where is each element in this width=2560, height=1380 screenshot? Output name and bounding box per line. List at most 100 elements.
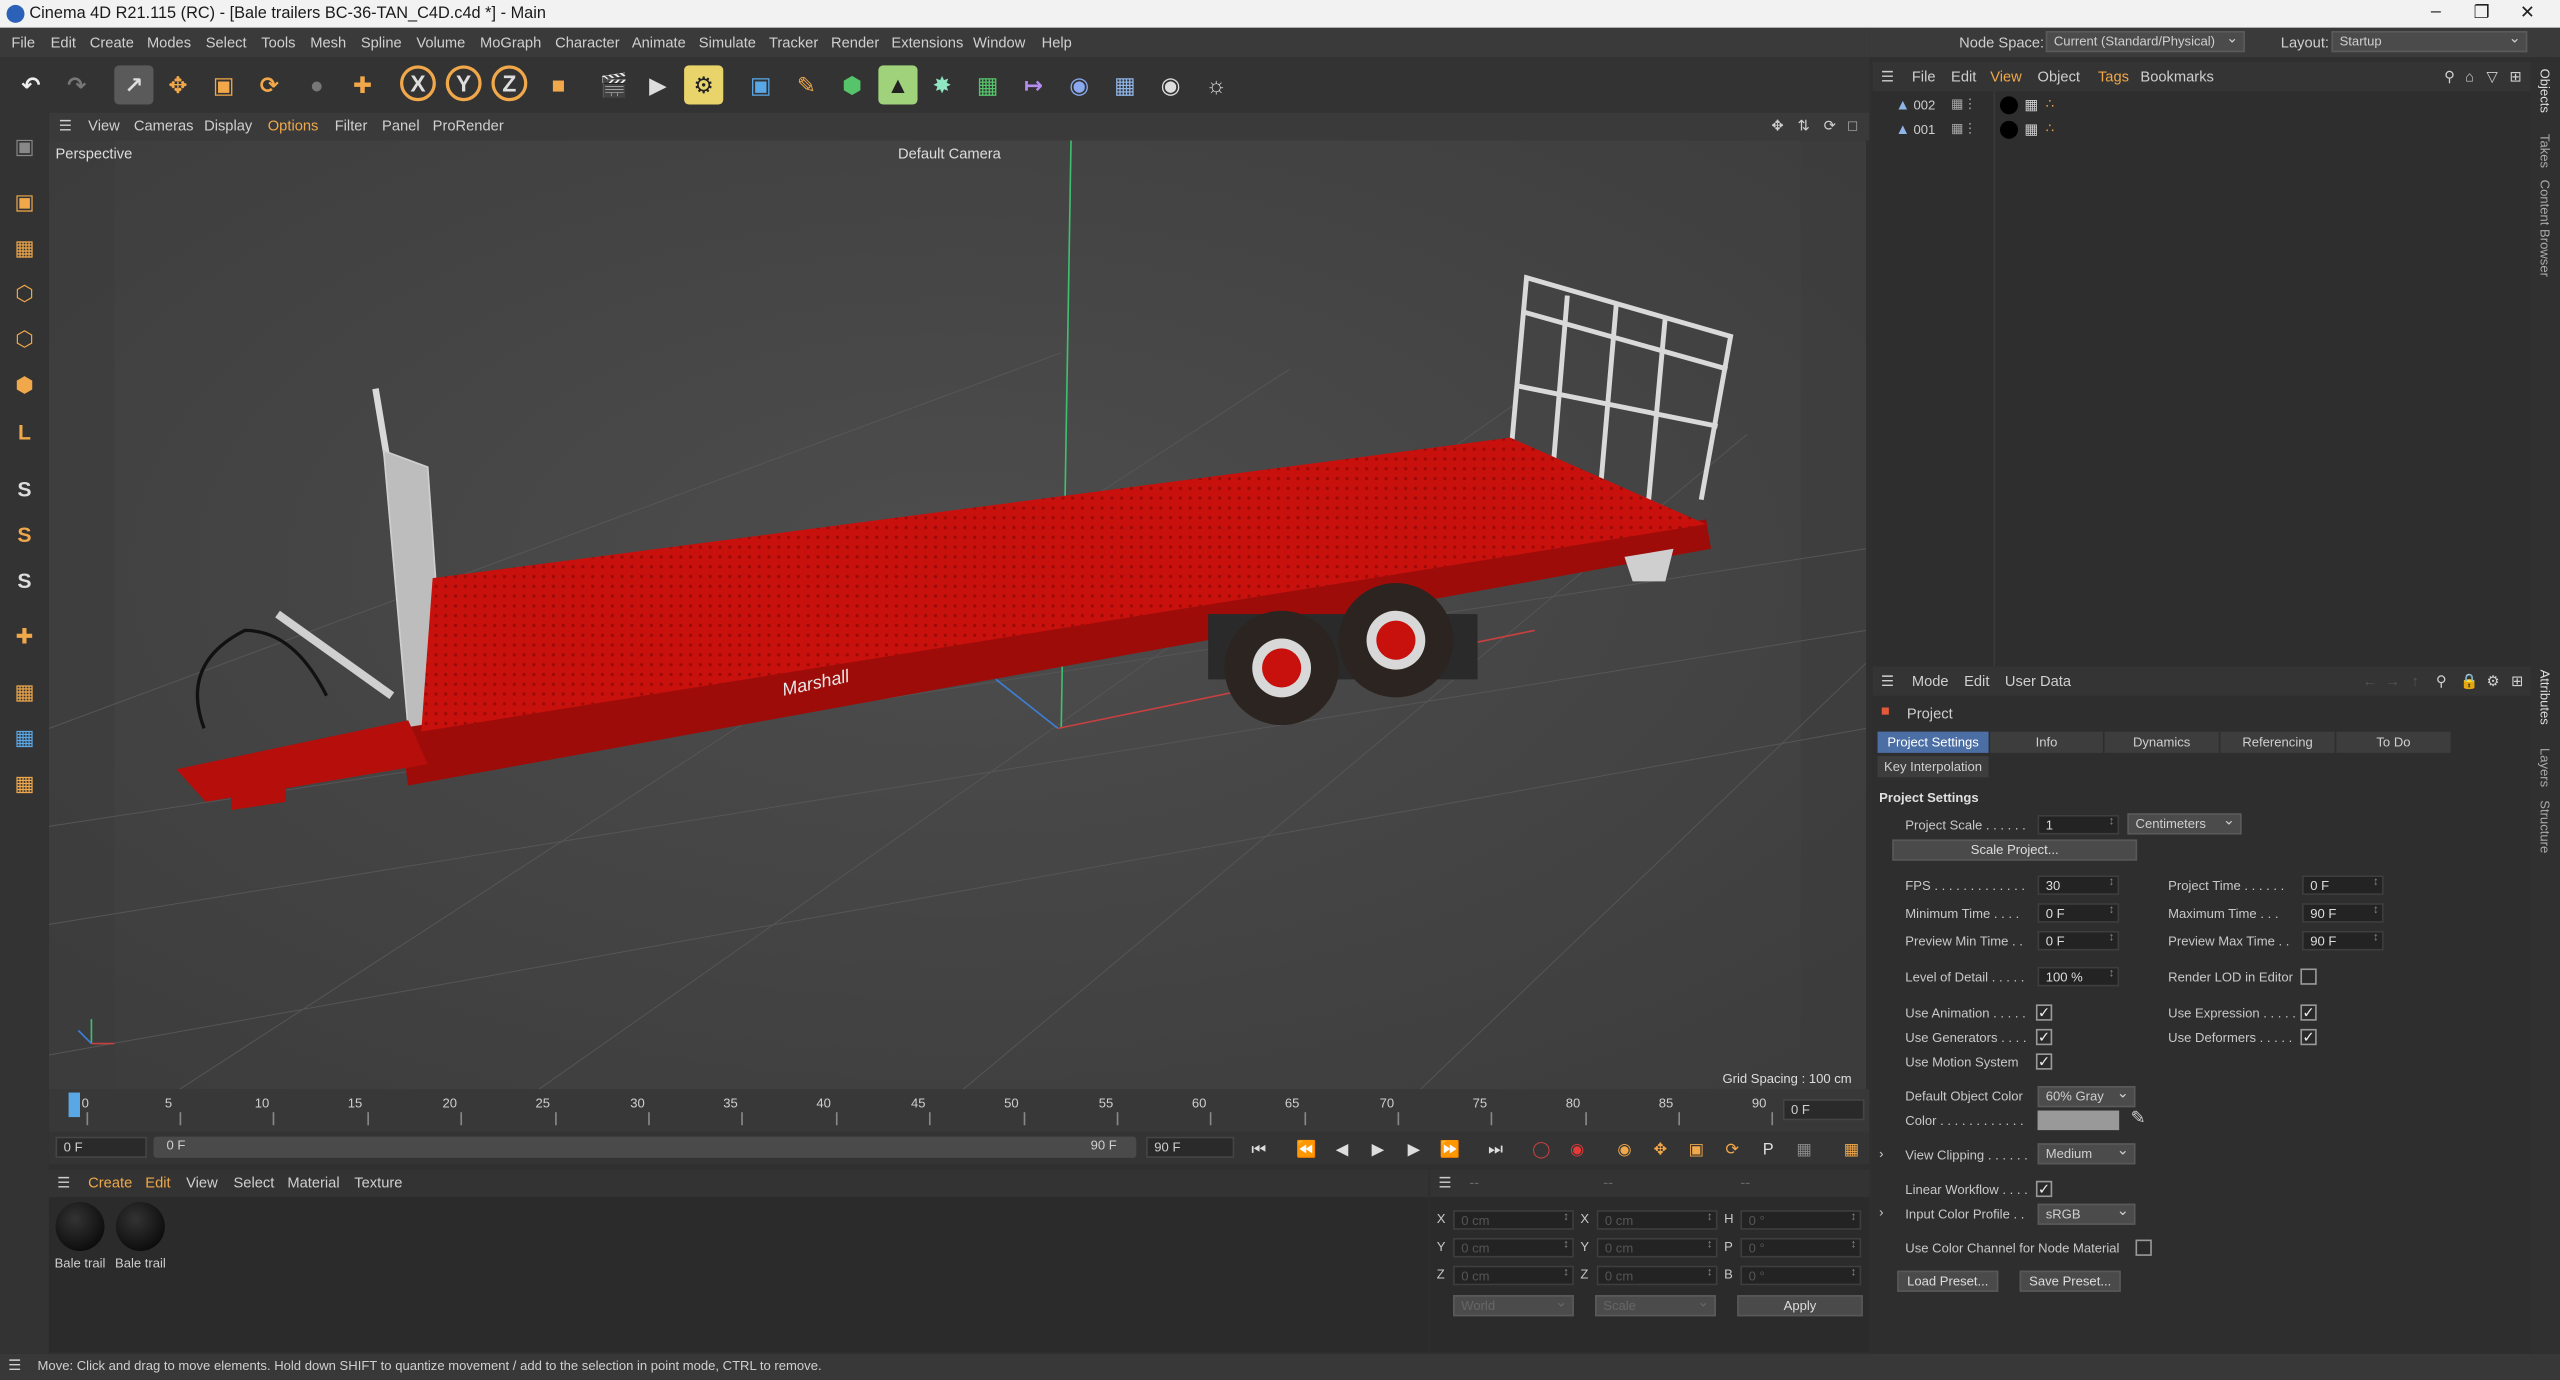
goto-start-icon[interactable]: ⏮ (1246, 1137, 1272, 1163)
menu-render[interactable]: Render (831, 34, 879, 50)
start-frame-field[interactable]: 0 F (55, 1136, 147, 1158)
menu-file[interactable]: File (11, 34, 35, 50)
material-menu-select[interactable]: Select (233, 1174, 274, 1190)
play-icon[interactable]: ▶ (1365, 1137, 1391, 1163)
object-filter-icon[interactable]: ▽ (2487, 69, 2498, 87)
forward-arrow-icon[interactable]: → (2385, 673, 2400, 689)
mograph-icon[interactable]: ▦ (968, 65, 1007, 104)
load-preset-button[interactable]: Load Preset... (1897, 1270, 1999, 1292)
scale-tool-icon[interactable]: ▣ (204, 65, 243, 104)
default-color-dropdown[interactable]: 60% Gray (2037, 1086, 2136, 1108)
material-tag-icon[interactable] (1999, 120, 2018, 139)
rotation-b-field[interactable]: 0 ° (1740, 1265, 1862, 1286)
side-tab-attributes[interactable]: Attributes (2537, 670, 2552, 725)
expand-arrow-icon[interactable]: › (1879, 1146, 1883, 1161)
preview-min-field[interactable]: 0 F (2037, 930, 2120, 951)
texture-tag-icon[interactable]: ▦ (2024, 96, 2038, 114)
up-arrow-icon[interactable]: ↑ (2411, 673, 2418, 689)
rotate-tool-icon[interactable]: ⟳ (250, 65, 289, 104)
next-frame-icon[interactable]: ▶ (1401, 1137, 1427, 1163)
object-row[interactable]: ▲ 002 ▦⋮ ▦ ∴ (1873, 95, 2531, 118)
viewport-menu-filter[interactable]: Filter (335, 118, 368, 134)
key-pla-icon[interactable]: ▦ (1791, 1137, 1817, 1163)
position-x-field[interactable]: 0 cm (1453, 1210, 1574, 1230)
goto-end-icon[interactable]: ⏭ (1482, 1137, 1508, 1163)
color-swatch[interactable] (2037, 1110, 2120, 1131)
texture-mode-icon[interactable]: ▦ (5, 229, 44, 268)
viewport-menu-view[interactable]: View (88, 118, 120, 134)
menu-character[interactable]: Character (555, 34, 620, 50)
attribute-new-window-icon[interactable]: ⊞ (2511, 673, 2523, 691)
subdivision-icon[interactable]: ⬢ (833, 65, 872, 104)
attribute-menu-userdata[interactable]: User Data (2005, 673, 2071, 689)
material-menu-texture[interactable]: Texture (354, 1174, 402, 1190)
pen-spline-icon[interactable]: ✎ (787, 65, 826, 104)
material-menu-material[interactable]: Material (287, 1174, 339, 1190)
material-menu-create[interactable]: Create (88, 1174, 132, 1190)
object-name[interactable]: 001 (1913, 122, 1935, 137)
save-preset-button[interactable]: Save Preset... (2019, 1270, 2121, 1292)
render-view-icon[interactable]: 🎬 (594, 65, 633, 104)
expand-arrow-icon[interactable]: › (1879, 1205, 1883, 1220)
attribute-settings-icon[interactable]: ⚙ (2487, 673, 2500, 691)
coord-system-dropdown[interactable]: World (1453, 1295, 1574, 1317)
lock-workplane-icon[interactable]: ▦ (5, 764, 44, 803)
menu-simulate[interactable]: Simulate (699, 34, 756, 50)
menu-mesh[interactable]: Mesh (310, 34, 346, 50)
attribute-lock-icon[interactable]: 🔒 (2460, 673, 2478, 691)
undo-icon[interactable]: ↶ (11, 65, 50, 104)
object-menu-file[interactable]: File (1912, 69, 1936, 85)
side-tab-content-browser[interactable]: Content Browser (2537, 180, 2552, 277)
menu-modes[interactable]: Modes (147, 34, 191, 50)
fps-field[interactable]: 30 (2037, 875, 2120, 895)
timeline-window-icon[interactable]: ▦ (1838, 1137, 1864, 1163)
status-menu-icon[interactable]: ☰ (8, 1357, 21, 1375)
tab-referencing[interactable]: Referencing (2220, 731, 2335, 753)
material-menu-view[interactable]: View (186, 1174, 218, 1190)
current-frame-field[interactable]: 0 F (1782, 1099, 1865, 1121)
viewport-menu-display[interactable]: Display (204, 118, 252, 134)
viewport-menu-panel[interactable]: Panel (382, 118, 420, 134)
grid-icon[interactable]: ▦ (5, 719, 44, 758)
use-deformers-checkbox[interactable]: ✓ (2300, 1028, 2317, 1046)
size-y-field[interactable]: 0 cm (1596, 1237, 1718, 1258)
menu-help[interactable]: Help (1042, 34, 1072, 50)
texture-tag-icon[interactable]: ▦ (2024, 121, 2038, 139)
lod-field[interactable]: 100 % (2037, 966, 2120, 987)
visibility-icon[interactable]: ▦⋮ (1951, 121, 1976, 136)
object-menu-object[interactable]: Object (2038, 69, 2080, 85)
workplane-icon[interactable]: ▦ (5, 673, 44, 712)
key-scale-icon[interactable]: ▣ (1683, 1137, 1709, 1163)
attribute-menu-mode[interactable]: Mode (1912, 673, 1949, 689)
points-mode-icon[interactable]: ⬡ (5, 274, 44, 313)
tweak-icon[interactable]: ✚ (5, 617, 44, 656)
edges-mode-icon[interactable]: ⬡ (5, 320, 44, 359)
3d-viewport[interactable]: Marshall Perspective Default Camera Grid… (48, 140, 1867, 1090)
place-tool-icon[interactable]: ✚ (343, 65, 382, 104)
input-color-profile-dropdown[interactable]: sRGB (2037, 1203, 2136, 1225)
record-off-icon[interactable]: ◯ (1528, 1137, 1554, 1163)
position-y-field[interactable]: 0 cm (1453, 1237, 1574, 1258)
material-menu-edit[interactable]: Edit (145, 1174, 170, 1190)
object-name[interactable]: 002 (1913, 98, 1935, 113)
axis-mode-icon[interactable]: L (5, 412, 44, 451)
keyframe-selection-icon[interactable]: ◉ (1611, 1137, 1637, 1163)
position-z-field[interactable]: 0 cm (1453, 1265, 1574, 1286)
viewport-menu-icon[interactable]: ☰ (59, 118, 72, 136)
size-z-field[interactable]: 0 cm (1596, 1265, 1718, 1286)
render-settings-icon[interactable]: ⚙ (684, 65, 724, 105)
render-lod-checkbox[interactable] (2300, 968, 2317, 985)
frame-range-slider[interactable]: 0 F 90 F (153, 1136, 1137, 1158)
use-motion-checkbox[interactable]: ✓ (2035, 1053, 2053, 1070)
extrude-icon[interactable]: ▲ (878, 65, 918, 105)
select-tool-icon[interactable]: ↗ (114, 65, 154, 105)
apply-button[interactable]: Apply (1737, 1295, 1863, 1317)
coordinate-system-icon[interactable]: ■ (539, 65, 578, 104)
material-swatch[interactable]: Bale trail (52, 1201, 108, 1277)
model-mode-icon[interactable]: ▣ (5, 183, 44, 222)
menu-edit[interactable]: Edit (51, 34, 76, 50)
linear-workflow-checkbox[interactable]: ✓ (2035, 1180, 2053, 1198)
maximum-time-field[interactable]: 90 F (2302, 903, 2384, 923)
solo-icon[interactable]: S (5, 560, 44, 599)
close-icon[interactable]: ✕ (2504, 2, 2550, 26)
